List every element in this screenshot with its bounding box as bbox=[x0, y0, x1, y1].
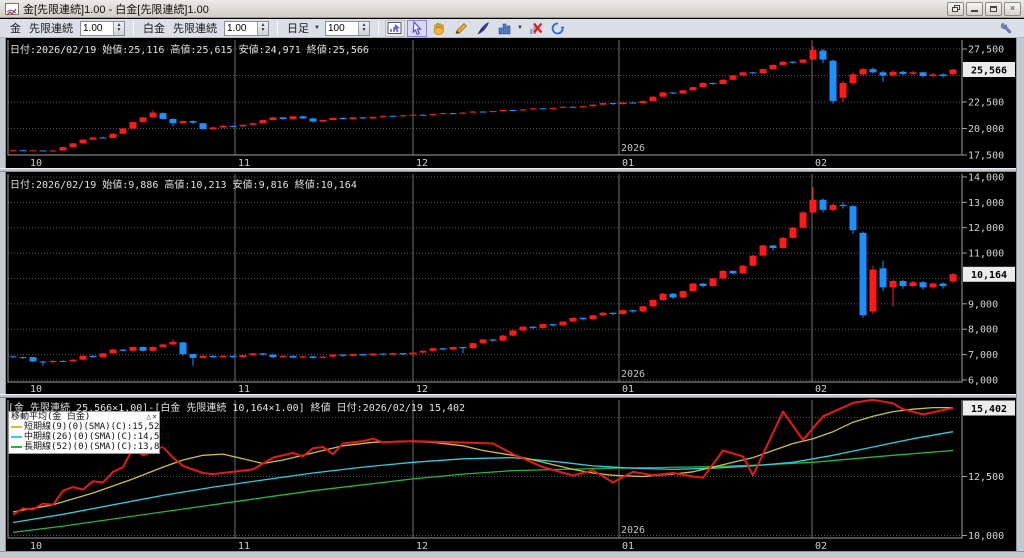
instrument1-label: 金 bbox=[10, 23, 21, 35]
instrument1-series-label: 先限連続 bbox=[29, 23, 73, 35]
svg-text:20,000: 20,000 bbox=[968, 124, 1004, 135]
refresh-button[interactable] bbox=[548, 20, 568, 37]
quill-draw-button[interactable] bbox=[473, 20, 493, 37]
chevron-down-icon[interactable]: ▼ bbox=[314, 25, 320, 31]
spinner-arrows-icon[interactable]: ▲ ▼ bbox=[257, 21, 268, 35]
instrument2-multiplier-value[interactable]: 1.00 bbox=[225, 22, 257, 35]
toolbar-separator bbox=[377, 20, 379, 36]
spinner-arrows-icon[interactable]: ▲ ▼ bbox=[113, 21, 124, 35]
legend-row-mid-ma: 中期線(26)(0)(SMA)(C):14,518 bbox=[11, 432, 170, 442]
select-cursor-icon bbox=[412, 20, 422, 35]
left-window-edge bbox=[0, 38, 6, 551]
svg-text:25,566: 25,566 bbox=[971, 65, 1007, 76]
refresh-icon bbox=[551, 22, 565, 34]
svg-text:15,402: 15,402 bbox=[971, 404, 1007, 415]
instrument2-label: 白金 bbox=[143, 23, 165, 35]
svg-text:10,000: 10,000 bbox=[968, 531, 1004, 542]
spinner-arrows-icon[interactable]: ▲ ▼ bbox=[357, 21, 369, 35]
pencil-draw-button[interactable] bbox=[451, 20, 471, 37]
right-window-edge bbox=[1016, 38, 1024, 551]
chart-pointer-button[interactable] bbox=[384, 19, 405, 37]
bottom-window-edge bbox=[0, 551, 1024, 558]
long-ma-swatch bbox=[11, 446, 22, 448]
bar-chart-icon bbox=[498, 23, 511, 34]
svg-text:9,000: 9,000 bbox=[968, 299, 998, 310]
instrument2-series-label: 先限連続 bbox=[173, 23, 217, 35]
instrument2-multiplier-spinner[interactable]: 1.00 ▲ ▼ bbox=[224, 20, 269, 36]
hand-pan-icon bbox=[433, 22, 444, 35]
panel-splitter[interactable] bbox=[0, 394, 1016, 398]
charts-canvas[interactable]: 17,50020,00022,50027,50010 11 12 01 02202625… bbox=[0, 38, 1024, 552]
svg-text:17,500: 17,500 bbox=[968, 151, 1004, 162]
toolbar-separator bbox=[277, 20, 278, 36]
svg-text:14,000: 14,000 bbox=[968, 172, 1004, 183]
select-cursor-button[interactable] bbox=[406, 19, 427, 37]
legend-row-short-ma: 短期線(9)(0)(SMA)(C):15,524 bbox=[11, 422, 165, 432]
chart-area: 17,500 20,000 22,500 27,500 10 11 12 01 02 2026 25… bbox=[0, 38, 1024, 552]
svg-text:12,000: 12,000 bbox=[968, 223, 1004, 234]
titlebar: 金[先限連続]1.00 - 白金[先限連続]1.00 × bbox=[0, 0, 1024, 18]
panel-splitter[interactable] bbox=[0, 168, 1016, 172]
svg-text:11,000: 11,000 bbox=[968, 249, 1004, 260]
legend-title: 移動平均(金 白金) bbox=[11, 412, 91, 422]
short-ma-swatch bbox=[11, 426, 22, 428]
mid-ma-swatch bbox=[11, 436, 22, 438]
svg-text:27,500: 27,500 bbox=[968, 44, 1004, 55]
long-ma-label: 長期線(52)(0)(SMA)(C):13,834 bbox=[24, 442, 171, 452]
hand-pan-button[interactable] bbox=[429, 20, 449, 37]
bar-count-spinner[interactable]: 100 ▲ ▼ bbox=[324, 20, 370, 36]
bar-count-value[interactable]: 100 bbox=[326, 22, 358, 35]
settings-button[interactable] bbox=[997, 20, 1017, 37]
short-ma-label: 短期線(9)(0)(SMA)(C):15,524 bbox=[24, 422, 165, 432]
platinum-daily-panel[interactable]: 6,000 7,000 8,000 9,000 11,000 12,000 13,000 14… bbox=[7, 172, 1015, 395]
legend-close-icon[interactable]: × bbox=[152, 412, 157, 422]
svg-text:2026: 2026 bbox=[621, 525, 645, 536]
minimize-button[interactable] bbox=[966, 1, 983, 16]
pencil-icon bbox=[455, 22, 467, 34]
gold-daily-panel[interactable]: 17,50020,00022,50027,50010 11 12 01 02202625… bbox=[7, 40, 1015, 169]
minimize-icon bbox=[971, 6, 978, 12]
maximize-icon bbox=[990, 5, 997, 12]
svg-text:6,000: 6,000 bbox=[968, 375, 998, 386]
delete-indicator-button[interactable] bbox=[526, 20, 546, 37]
mid-ma-label: 中期線(26)(0)(SMA)(C):14,518 bbox=[24, 432, 171, 442]
float-window-button[interactable] bbox=[947, 1, 964, 16]
instrument1-multiplier-value[interactable]: 1.00 bbox=[81, 22, 113, 35]
maximize-button[interactable] bbox=[985, 1, 1002, 16]
delete-indicator-icon bbox=[529, 22, 543, 34]
instrument1-multiplier-spinner[interactable]: 1.00 ▲ ▼ bbox=[80, 20, 125, 36]
chart-pointer-icon bbox=[387, 21, 402, 34]
moving-average-legend[interactable]: 移動平均(金 白金) △ × 短期線(9)(0)(SMA)(C):15,524 … bbox=[8, 411, 170, 454]
period-dropdown[interactable]: 日足 bbox=[287, 20, 309, 36]
legend-row-long-ma: 長期線(52)(0)(SMA)(C):13,834 bbox=[11, 442, 170, 452]
quill-icon bbox=[477, 21, 489, 34]
toolbar-separator bbox=[133, 20, 134, 36]
svg-text:12,500: 12,500 bbox=[968, 472, 1004, 483]
wrench-icon bbox=[1000, 21, 1012, 33]
svg-text:22,500: 22,500 bbox=[968, 97, 1004, 108]
gold-ohlc-readout: 日付:2026/02/19 始値:25,116 高値:25,615 安値:24,… bbox=[10, 45, 369, 56]
svg-text:2026: 2026 bbox=[621, 143, 645, 154]
svg-text:10,164: 10,164 bbox=[971, 270, 1007, 281]
platinum-ohlc-readout: 日付:2026/02/19 始値:9,886 高値:10,213 安値:9,81… bbox=[10, 180, 357, 191]
app-chart-icon bbox=[5, 2, 19, 15]
svg-text:13,000: 13,000 bbox=[968, 198, 1004, 209]
chart-type-dropdown-icon[interactable]: ▼ bbox=[517, 25, 523, 31]
window-title: 金[先限連続]1.00 - 白金[先限連続]1.00 bbox=[23, 3, 209, 16]
svg-text:2026: 2026 bbox=[621, 369, 645, 380]
chart-type-button[interactable] bbox=[495, 20, 515, 37]
svg-text:7,000: 7,000 bbox=[968, 350, 998, 361]
legend-collapse-icon[interactable]: △ bbox=[146, 412, 151, 422]
float-window-icon bbox=[951, 5, 960, 12]
chart-window: 金[先限連続]1.00 - 白金[先限連続]1.00 × 金 先限連続 1.00… bbox=[0, 0, 1024, 558]
toolbar: 金 先限連続 1.00 ▲ ▼ 白金 先限連続 1.00 ▲ ▼ 日足 ▼ 100 … bbox=[0, 19, 1024, 38]
svg-text:8,000: 8,000 bbox=[968, 325, 998, 336]
close-button[interactable]: × bbox=[1004, 1, 1021, 16]
